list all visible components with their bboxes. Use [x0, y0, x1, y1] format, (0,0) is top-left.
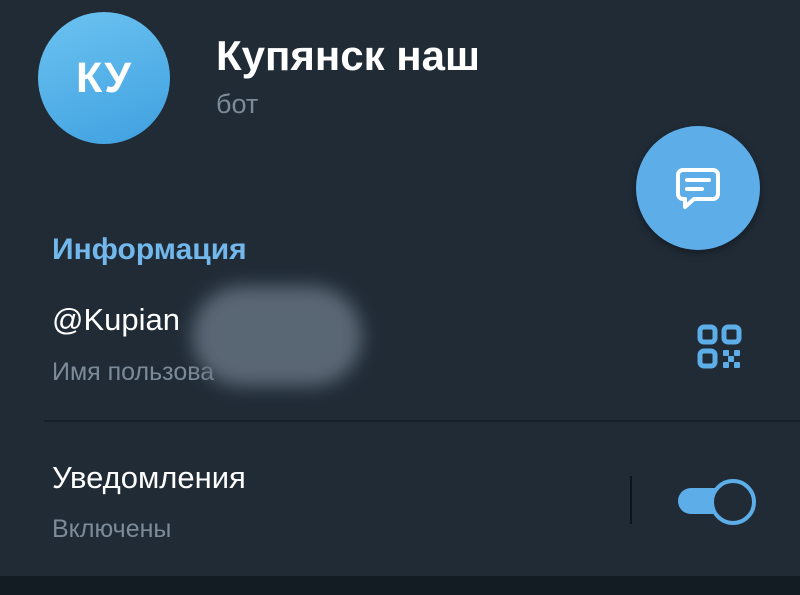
notifications-status: Включены [52, 515, 172, 543]
message-icon [676, 168, 720, 209]
avatar[interactable]: КУ [38, 12, 170, 144]
toggle-knob [710, 479, 756, 525]
redaction-blur [192, 286, 362, 386]
qr-code-icon[interactable] [697, 324, 743, 370]
username-value[interactable]: @Kupian [52, 302, 180, 338]
profile-name: Купянск наш [216, 32, 481, 79]
notifications-label[interactable]: Уведомления [52, 460, 246, 496]
section-title: Информация [52, 233, 247, 266]
notifications-toggle[interactable] [678, 478, 756, 525]
bottom-bar [0, 576, 800, 595]
profile-type: бот [216, 89, 259, 119]
username-caption: Имя пользова [52, 358, 215, 386]
message-button[interactable] [636, 126, 760, 250]
row-divider [44, 420, 800, 422]
toggle-separator [630, 476, 632, 524]
